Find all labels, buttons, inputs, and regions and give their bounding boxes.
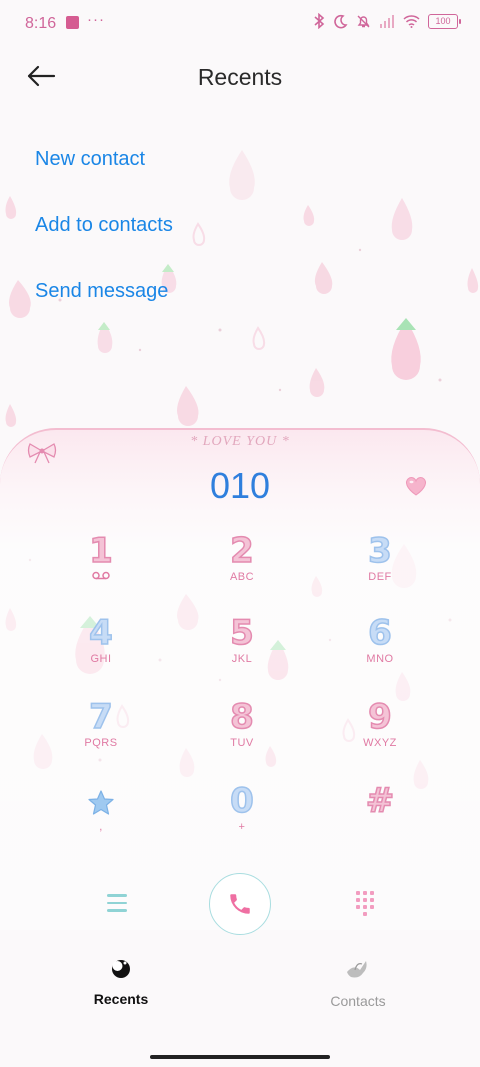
key-letters: MNO <box>366 653 394 665</box>
signal-icon <box>380 14 394 28</box>
menu-icon <box>107 894 127 897</box>
dialpad-icon <box>356 891 374 916</box>
notification-app-icon <box>66 16 79 29</box>
tab-label: Recents <box>93 991 149 1007</box>
call-button[interactable] <box>209 873 271 935</box>
key-digit: 8 <box>229 697 254 737</box>
key-3[interactable]: 3 DEF <box>320 531 440 603</box>
key-7[interactable]: 7 PQRS <box>41 697 161 769</box>
send-message-link[interactable]: Send message <box>35 280 168 303</box>
love-you-banner: * LOVE YOU * <box>190 434 290 449</box>
key-9[interactable]: 9 WXYZ <box>320 697 440 769</box>
key-digit: 6 <box>367 613 392 653</box>
bluetooth-icon <box>314 13 325 29</box>
wifi-icon <box>403 14 420 28</box>
key-8[interactable]: 8 TUV <box>182 697 302 769</box>
tab-contacts[interactable]: Contacts <box>298 958 418 1009</box>
key-letters: DEF <box>368 571 392 583</box>
tab-label: Contacts <box>330 993 386 1009</box>
dialed-number: 010 <box>209 465 271 506</box>
key-digit: 0 <box>229 781 254 821</box>
bird-icon <box>347 961 367 978</box>
key-digit: 1 <box>88 531 113 571</box>
key-letters: PQRS <box>84 737 118 749</box>
voicemail-icon <box>41 571 161 583</box>
key-letters: , <box>99 821 103 833</box>
key-4[interactable]: 4 GHI <box>41 613 161 685</box>
moon-icon <box>334 14 348 28</box>
status-icons: 100 <box>313 13 461 29</box>
bell-muted-icon <box>357 15 370 27</box>
home-indicator[interactable] <box>150 1055 330 1059</box>
key-letters: ABC <box>229 571 255 583</box>
add-to-contacts-link[interactable]: Add to contacts <box>35 214 173 237</box>
key-6[interactable]: 6 MNO <box>320 613 440 685</box>
key-0[interactable]: 0 + <box>182 781 302 853</box>
status-bar: 8:16 ··· 100 <box>0 0 480 46</box>
key-letters: JKL <box>231 653 253 665</box>
menu-button[interactable] <box>100 888 134 918</box>
more-notifications-icon: ··· <box>87 11 105 28</box>
new-contact-link[interactable]: New contact <box>35 148 145 171</box>
key-digit: 9 <box>367 697 392 737</box>
key-5[interactable]: 5 JKL <box>182 613 302 685</box>
key-digit: 7 <box>88 697 113 737</box>
key-1[interactable]: 1 <box>41 531 161 603</box>
key-letters: WXYZ <box>363 737 397 749</box>
phone-icon <box>230 894 250 914</box>
key-star[interactable]: , <box>41 783 161 853</box>
app-header: Recents <box>0 52 480 102</box>
star-icon <box>41 783 161 819</box>
key-2[interactable]: 2 ABC <box>182 531 302 603</box>
key-letters: + <box>238 821 246 833</box>
key-letters: GHI <box>90 653 112 665</box>
tab-recents[interactable]: Recents <box>61 958 181 1007</box>
key-digit: 5 <box>229 613 254 653</box>
key-letters: TUV <box>230 737 254 749</box>
key-hash[interactable]: # <box>320 781 440 853</box>
battery-icon: 100 <box>428 13 461 29</box>
page-title: Recents <box>197 64 283 90</box>
moon-icon <box>112 960 130 978</box>
key-digit: 4 <box>88 613 113 653</box>
key-digit: 3 <box>367 531 392 571</box>
status-time: 8:16 <box>25 15 57 32</box>
dialpad-toggle-button[interactable] <box>353 889 377 917</box>
key-digit: # <box>365 781 395 821</box>
key-digit: 2 <box>229 531 254 571</box>
